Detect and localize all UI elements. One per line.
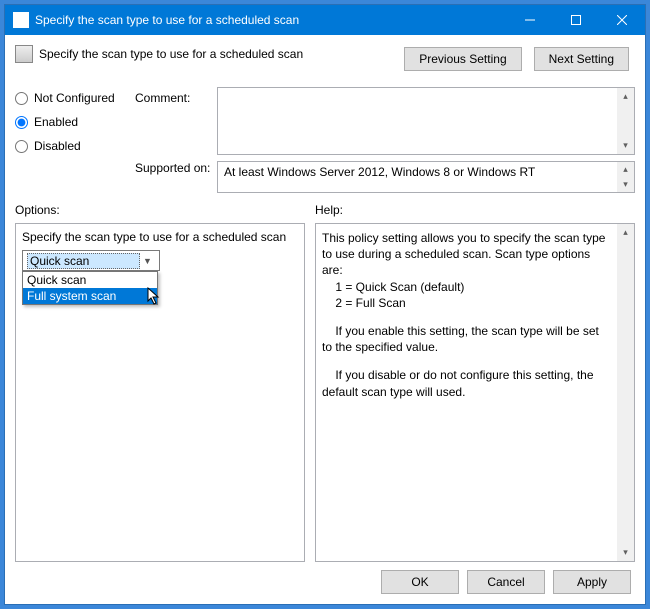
- apply-button[interactable]: Apply: [553, 570, 631, 594]
- content-area: Specify the scan type to use for a sched…: [5, 35, 645, 604]
- scan-type-dropdown-list[interactable]: Quick scan Full system scan: [22, 271, 158, 305]
- radio-not-configured-input[interactable]: [15, 92, 28, 105]
- options-label: Options:: [15, 203, 305, 217]
- page-title: Specify the scan type to use for a sched…: [39, 47, 303, 61]
- supported-on-box: At least Windows Server 2012, Windows 8 …: [217, 161, 635, 193]
- radio-not-configured[interactable]: Not Configured: [15, 91, 135, 105]
- minimize-button[interactable]: [507, 5, 553, 35]
- help-line: If you enable this setting, the scan typ…: [322, 323, 611, 355]
- help-blank: [322, 311, 611, 323]
- radio-enabled-input[interactable]: [15, 116, 28, 129]
- scan-type-dropdown[interactable]: Quick scan ▼: [22, 250, 160, 271]
- scroll-down-icon[interactable]: ▾: [617, 137, 634, 154]
- policy-editor-window: Specify the scan type to use for a sched…: [4, 4, 646, 605]
- help-line: This policy setting allows you to specif…: [322, 230, 611, 279]
- radio-enabled-label: Enabled: [34, 115, 78, 129]
- policy-icon: [15, 45, 33, 63]
- radio-disabled-label: Disabled: [34, 139, 81, 153]
- help-label: Help:: [315, 203, 635, 217]
- window-title: Specify the scan type to use for a sched…: [35, 13, 507, 27]
- titlebar[interactable]: Specify the scan type to use for a sched…: [5, 5, 645, 35]
- app-icon: [13, 12, 29, 28]
- radio-enabled[interactable]: Enabled: [15, 115, 135, 129]
- previous-setting-button[interactable]: Previous Setting: [404, 47, 521, 71]
- dropdown-item-quick-scan[interactable]: Quick scan: [23, 272, 157, 288]
- supported-label: Supported on:: [135, 157, 217, 175]
- maximize-button[interactable]: [553, 5, 599, 35]
- comment-label: Comment:: [135, 87, 217, 157]
- help-line: If you disable or do not configure this …: [322, 367, 611, 399]
- supported-on-text: At least Windows Server 2012, Windows 8 …: [224, 165, 535, 179]
- scroll-down-icon[interactable]: ▾: [617, 177, 634, 192]
- help-panel: This policy setting allows you to specif…: [315, 223, 635, 562]
- next-setting-button[interactable]: Next Setting: [534, 47, 629, 71]
- option-field-label: Specify the scan type to use for a sched…: [22, 230, 298, 244]
- scroll-up-icon[interactable]: ▴: [617, 224, 634, 241]
- footer-buttons: OK Cancel Apply: [15, 562, 635, 596]
- close-button[interactable]: [599, 5, 645, 35]
- options-panel: Specify the scan type to use for a sched…: [15, 223, 305, 562]
- radio-not-configured-label: Not Configured: [34, 91, 115, 105]
- scroll-up-icon[interactable]: ▴: [617, 162, 634, 177]
- comment-textarea[interactable]: ▴ ▾: [217, 87, 635, 155]
- help-line: 2 = Full Scan: [322, 295, 611, 311]
- scroll-down-icon[interactable]: ▾: [617, 544, 634, 561]
- chevron-down-icon: ▼: [140, 256, 155, 266]
- help-text: This policy setting allows you to specif…: [322, 230, 628, 400]
- help-scrollbar[interactable]: ▴ ▾: [617, 224, 634, 561]
- radio-disabled[interactable]: Disabled: [15, 139, 135, 153]
- comment-scrollbar[interactable]: ▴ ▾: [617, 88, 634, 154]
- scan-type-selected: Quick scan: [27, 253, 140, 269]
- dropdown-item-full-system-scan[interactable]: Full system scan: [23, 288, 157, 304]
- help-blank: [322, 355, 611, 367]
- help-line: 1 = Quick Scan (default): [322, 279, 611, 295]
- radio-disabled-input[interactable]: [15, 140, 28, 153]
- cancel-button[interactable]: Cancel: [467, 570, 545, 594]
- supported-scrollbar[interactable]: ▴ ▾: [617, 162, 634, 192]
- scroll-up-icon[interactable]: ▴: [617, 88, 634, 105]
- ok-button[interactable]: OK: [381, 570, 459, 594]
